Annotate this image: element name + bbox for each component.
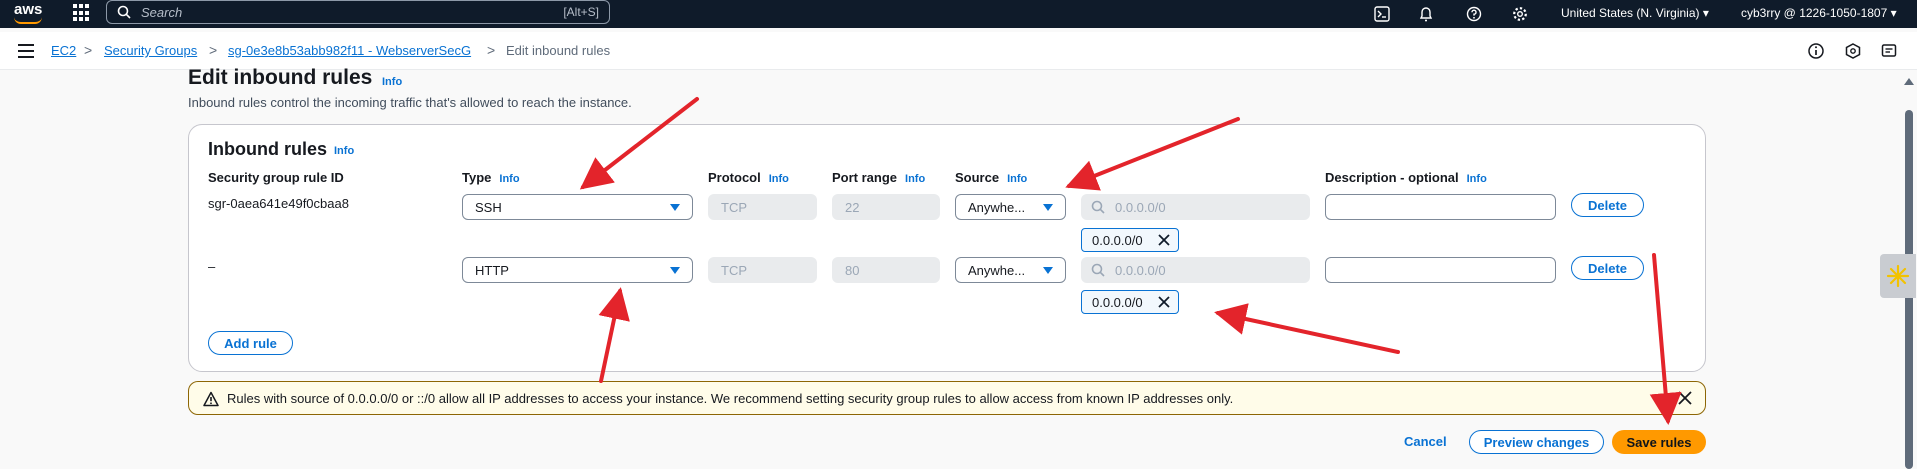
delete-button[interactable]: Delete <box>1571 193 1644 217</box>
caret-down-icon <box>1043 204 1053 211</box>
warning-text: Rules with source of 0.0.0.0/0 or ::/0 a… <box>227 391 1234 406</box>
aws-smile-icon <box>14 17 42 24</box>
inbound-rules-title-text: Inbound rules <box>208 139 327 159</box>
notifications-icon[interactable] <box>1880 42 1898 60</box>
type-info-link[interactable]: Info <box>499 173 519 185</box>
aws-logo-text: aws <box>14 1 43 18</box>
port-range-field: 80 <box>832 257 940 283</box>
menu-icon[interactable] <box>18 44 34 58</box>
chevron-right-icon: > <box>209 42 218 58</box>
search-input[interactable]: Search [Alt+S] <box>106 0 610 24</box>
gear-icon[interactable] <box>1510 4 1530 24</box>
feedback-widget[interactable] <box>1880 254 1916 298</box>
delete-button[interactable]: Delete <box>1571 256 1644 280</box>
inbound-info-link[interactable]: Info <box>334 145 354 157</box>
cidr-placeholder: 0.0.0.0/0 <box>1115 199 1166 215</box>
breadcrumb-ec2[interactable]: EC2 <box>51 43 76 58</box>
description-input[interactable] <box>1325 257 1556 283</box>
chevron-right-icon: > <box>84 42 93 58</box>
add-rule-button[interactable]: Add rule <box>208 331 293 355</box>
search-icon <box>117 5 131 19</box>
column-header-source: Source Info <box>955 170 1028 185</box>
sparkle-icon <box>1886 264 1910 288</box>
close-icon[interactable] <box>1677 390 1693 406</box>
description-info-link[interactable]: Info <box>1467 173 1487 185</box>
protocol-field: TCP <box>708 257 817 283</box>
rule-id: – <box>208 259 216 274</box>
caret-down-icon <box>670 267 680 274</box>
breadcrumb-security-group[interactable]: sg-0e3e8b53abb982f11 - WebserverSecG <box>228 43 471 58</box>
cidr-token-label: 0.0.0.0/0 <box>1092 294 1143 310</box>
preview-changes-button[interactable]: Preview changes <box>1469 430 1604 454</box>
cancel-button[interactable]: Cancel <box>1404 434 1447 449</box>
cidr-token: 0.0.0.0/0 <box>1081 290 1179 314</box>
source-select[interactable]: Anywhe... <box>955 257 1066 283</box>
chevron-right-icon: > <box>487 42 496 58</box>
page-info-link[interactable]: Info <box>382 76 402 88</box>
scroll-up-icon[interactable] <box>1904 78 1914 85</box>
bell-icon[interactable] <box>1416 4 1436 24</box>
caret-down-icon <box>1043 267 1053 274</box>
inbound-rules-title: Inbound rules Info <box>208 139 354 160</box>
warning-icon <box>203 391 219 407</box>
column-header-description: Description - optional Info <box>1325 170 1487 185</box>
account-menu[interactable]: cyb3rry @ 1226-1050-1807 ▾ <box>1741 6 1897 20</box>
search-shortcut: [Alt+S] <box>563 5 599 19</box>
rule-id: sgr-0aea641e49f0cbaa8 <box>208 196 349 211</box>
info-circle-icon[interactable] <box>1807 42 1825 60</box>
save-rules-button[interactable]: Save rules <box>1612 430 1706 454</box>
search-icon <box>1091 200 1105 214</box>
search-placeholder: Search <box>141 4 183 20</box>
column-header-rule-id: Security group rule ID <box>208 170 344 185</box>
search-icon <box>1091 263 1105 277</box>
inbound-rules-container <box>188 124 1706 372</box>
close-icon[interactable] <box>1157 295 1171 309</box>
services-grid-icon[interactable] <box>73 4 91 22</box>
cidr-search-input[interactable]: 0.0.0.0/0 <box>1081 194 1310 220</box>
source-value: Anywhe... <box>968 262 1026 278</box>
port-info-link[interactable]: Info <box>905 173 925 185</box>
help-icon[interactable] <box>1464 4 1484 24</box>
warning-alert: Rules with source of 0.0.0.0/0 or ::/0 a… <box>188 381 1706 415</box>
page-description: Inbound rules control the incoming traff… <box>188 95 632 110</box>
column-header-port-range: Port range Info <box>832 170 926 185</box>
breadcrumb-security-groups[interactable]: Security Groups <box>104 43 197 58</box>
cidr-token: 0.0.0.0/0 <box>1081 228 1179 252</box>
close-icon[interactable] <box>1157 233 1171 247</box>
region-selector[interactable]: United States (N. Virginia) ▾ <box>1561 6 1709 20</box>
type-value: SSH <box>475 199 502 215</box>
top-navigation: aws Search [Alt+S] United States (N. Vir… <box>0 0 1917 28</box>
cidr-search-input[interactable]: 0.0.0.0/0 <box>1081 257 1310 283</box>
page-title-text: Edit inbound rules <box>188 66 373 89</box>
cidr-token-label: 0.0.0.0/0 <box>1092 232 1143 248</box>
caret-down-icon <box>670 204 680 211</box>
column-header-protocol: Protocol Info <box>708 170 789 185</box>
column-header-type: Type Info <box>462 170 520 185</box>
breadcrumb: EC2 > Security Groups > sg-0e3e8b53abb98… <box>0 32 1917 70</box>
source-select[interactable]: Anywhe... <box>955 194 1066 220</box>
description-input[interactable] <box>1325 194 1556 220</box>
type-value: HTTP <box>475 262 509 278</box>
cidr-placeholder: 0.0.0.0/0 <box>1115 262 1166 278</box>
protocol-info-link[interactable]: Info <box>769 173 789 185</box>
aws-logo[interactable]: aws <box>12 1 48 26</box>
source-value: Anywhe... <box>968 199 1026 215</box>
cloudshell-icon[interactable] <box>1372 4 1392 24</box>
source-info-link[interactable]: Info <box>1007 173 1027 185</box>
protocol-field: TCP <box>708 194 817 220</box>
page-title: Edit inbound rules Info <box>188 66 402 90</box>
type-select[interactable]: SSH <box>462 194 693 220</box>
status-icon[interactable] <box>1844 42 1862 60</box>
breadcrumb-current: Edit inbound rules <box>506 43 611 58</box>
type-select[interactable]: HTTP <box>462 257 693 283</box>
port-range-field: 22 <box>832 194 940 220</box>
